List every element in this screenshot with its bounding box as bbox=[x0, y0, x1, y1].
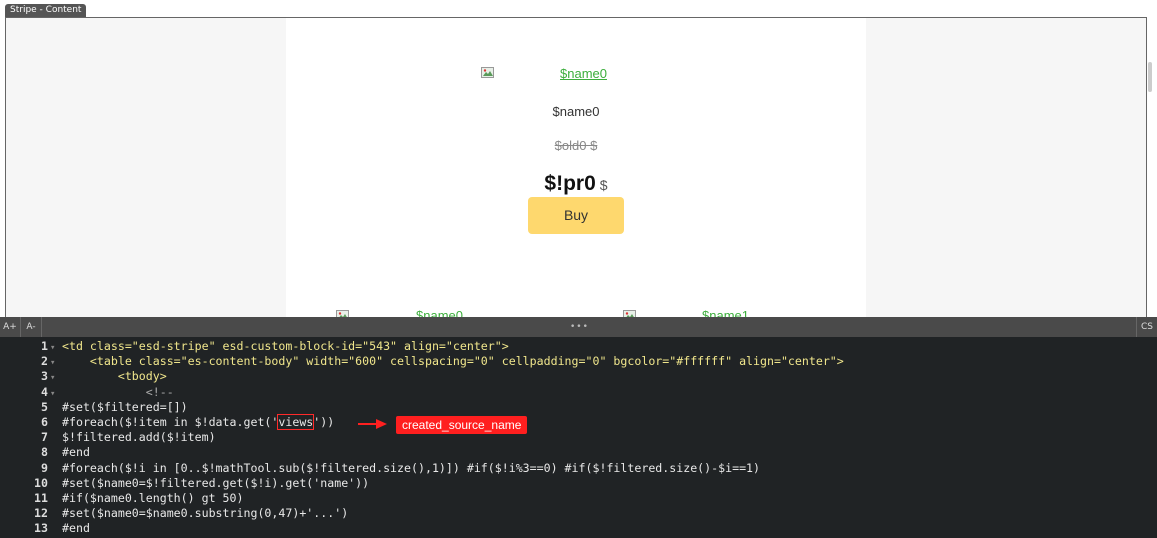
increase-font-button[interactable]: A+ bbox=[0, 317, 21, 337]
line-number: 6 bbox=[41, 414, 48, 429]
preview-frame: $name0 $name0 $old0 $ $!pr0 $ Buy $name0 … bbox=[5, 17, 1147, 318]
line-number: 1 bbox=[41, 339, 48, 353]
product-name: $name0 bbox=[552, 104, 600, 119]
code-line: 5 #set($filtered=[]) bbox=[0, 400, 844, 415]
line-number: 9 bbox=[41, 460, 48, 475]
line-number: 4 bbox=[41, 384, 48, 399]
preview-scrollbar[interactable] bbox=[1148, 62, 1152, 92]
code-editor[interactable]: 1 ▾ <td class="esd-stripe" esd-custom-bloc… bbox=[0, 337, 1157, 538]
code-line: 11 #if($name0.length() gt 50) bbox=[0, 491, 844, 506]
code-line: 1 ▾ <td class="esd-stripe" esd-custom-bloc… bbox=[0, 339, 844, 354]
line-number: 11 bbox=[34, 490, 48, 505]
code-text: #end bbox=[62, 445, 90, 460]
code-line: 4 ▾ <!-- bbox=[0, 385, 844, 400]
code-line: 10 #set($name0=$!filtered.get($!i).get('n… bbox=[0, 476, 844, 491]
code-text: #set($filtered=[]) bbox=[62, 399, 188, 414]
line-number: 2 bbox=[41, 354, 48, 369]
code-lines: 1 ▾ <td class="esd-stripe" esd-custom-bloc… bbox=[0, 339, 844, 536]
line-number: 13 bbox=[34, 521, 48, 536]
code-line: 13 #end bbox=[0, 521, 844, 536]
arrow-right-icon bbox=[358, 419, 387, 429]
code-line: 3 ▾ <tbody> bbox=[0, 369, 844, 384]
line-number: 5 bbox=[41, 399, 48, 414]
price: $!pr0 $ bbox=[286, 172, 866, 196]
product-link-top[interactable]: $name0 bbox=[560, 66, 607, 81]
code-text: <tbody> bbox=[62, 369, 167, 384]
code-text: #set($name0=$!filtered.get($!i).get('nam… bbox=[62, 475, 370, 490]
more-options-icon[interactable]: ••• bbox=[570, 317, 589, 337]
line-number: 7 bbox=[41, 430, 48, 445]
code-text: #end bbox=[62, 521, 90, 536]
highlighted-views: views bbox=[277, 413, 315, 430]
css-tab[interactable]: CS bbox=[1136, 317, 1157, 337]
code-line: 12 #set($name0=$name0.substring(0,47)+'..… bbox=[0, 506, 844, 521]
price-currency: $ bbox=[599, 177, 608, 193]
broken-image-icon bbox=[481, 67, 495, 79]
line-number: 12 bbox=[34, 506, 48, 521]
line-number: 10 bbox=[34, 475, 48, 490]
code-text: #foreach($!i in [0..$!mathTool.sub($!fil… bbox=[62, 460, 761, 475]
annotation-callout: created_source_name bbox=[396, 416, 528, 434]
old-price: $old0 $ bbox=[554, 138, 598, 153]
code-text: <td class="esd-stripe" esd-custom-block-… bbox=[62, 339, 509, 353]
code-text: #set($name0=$name0.substring(0,47)+'...'… bbox=[62, 506, 349, 521]
price-value: $!pr0 bbox=[544, 172, 596, 195]
code-text: $!filtered.add($!item) bbox=[62, 430, 216, 445]
code-line: 2 ▾ <table class="es-content-body" width=… bbox=[0, 354, 844, 369]
code-line: 9 #foreach($!i in [0..$!mathTool.sub($!fi… bbox=[0, 461, 844, 476]
code-text: #if($name0.length() gt 50) bbox=[62, 490, 244, 505]
line-number: 8 bbox=[41, 445, 48, 460]
editor-toolbar: A+ A- ••• CS bbox=[0, 317, 1157, 337]
buy-button[interactable]: Buy bbox=[528, 197, 624, 234]
stripe-content-tab[interactable]: Stripe - Content bbox=[5, 4, 87, 17]
content-body: $name0 $name0 $old0 $ $!pr0 $ Buy $name0 … bbox=[286, 18, 866, 318]
line-number: 3 bbox=[41, 369, 48, 384]
code-text: <!-- bbox=[62, 384, 174, 399]
code-text: <table class="es-content-body" width="60… bbox=[62, 354, 844, 369]
code-text: #foreach($!item in $!data.get('views')) bbox=[62, 413, 335, 430]
decrease-font-button[interactable]: A- bbox=[21, 317, 42, 337]
code-line: 8 #end bbox=[0, 445, 844, 460]
